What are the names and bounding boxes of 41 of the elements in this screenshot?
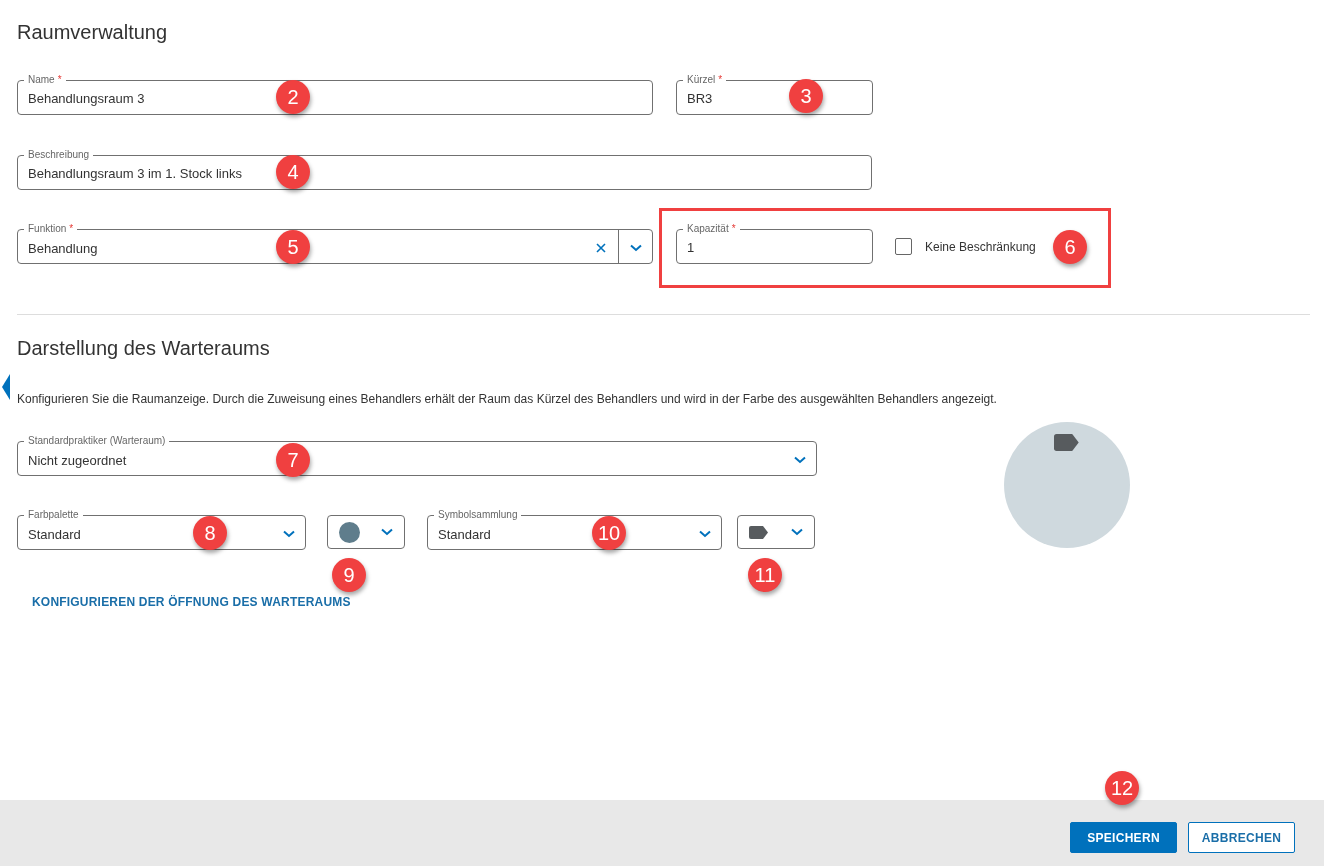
chevron-down-icon xyxy=(791,528,803,536)
section-title: Raumverwaltung xyxy=(17,20,168,45)
save-button[interactable]: SPEICHERN xyxy=(1070,822,1177,853)
section-title: Darstellung des Warteraums xyxy=(17,336,271,361)
callout-number: 11 xyxy=(748,558,782,592)
callout-number: 3 xyxy=(789,79,823,113)
symbol-picker[interactable] xyxy=(737,515,815,549)
callout-number: 7 xyxy=(276,443,310,477)
field-label: Kürzel * xyxy=(683,74,727,86)
field-label: Kapazität * xyxy=(683,223,740,235)
field-label: Beschreibung xyxy=(24,149,94,161)
chevron-down-icon xyxy=(283,530,295,538)
field-label: Symbolsammlung xyxy=(434,509,522,521)
caret-left-icon[interactable] xyxy=(2,374,10,400)
configure-link[interactable]: KONFIGURIEREN DER ÖFFNUNG DES WARTERAUMS xyxy=(32,594,351,610)
field-label: Farbpalette xyxy=(24,509,83,521)
field-label: Name * xyxy=(24,74,66,86)
color-picker[interactable] xyxy=(327,515,405,549)
field-label: Funktion * xyxy=(24,223,78,235)
callout-number: 4 xyxy=(276,155,310,189)
clear-icon[interactable] xyxy=(596,243,606,253)
color-swatch xyxy=(339,521,360,543)
callout-number: 2 xyxy=(276,80,310,114)
field-label: Standardpraktiker (Warteraum) xyxy=(24,435,170,447)
callout-number: 6 xyxy=(1053,230,1087,264)
callout-number: 12 xyxy=(1105,771,1139,805)
chevron-down-icon xyxy=(630,244,642,252)
callout-number: 9 xyxy=(332,558,366,592)
callout-number: 10 xyxy=(592,516,626,550)
chevron-down-icon xyxy=(381,528,393,536)
cancel-button[interactable]: ABBRECHEN xyxy=(1188,822,1295,853)
text-field[interactable]: Kapazität * 1 xyxy=(676,223,873,264)
chevron-down-icon xyxy=(699,530,711,538)
chevron-down-icon xyxy=(794,456,806,464)
callout-number: 8 xyxy=(193,516,227,550)
checkbox[interactable] xyxy=(895,238,912,255)
checkbox-label: Keine Beschränkung xyxy=(925,239,1036,254)
tag-icon xyxy=(1054,434,1080,451)
tag-icon xyxy=(749,525,769,539)
callout-number: 5 xyxy=(276,230,310,264)
description-text: Konfigurieren Sie die Raumanzeige. Durch die Zuweisung eines Behandlers erhält der Raum das Kürzel des Behandlers und wird in der Farbe des ausgewählten Behandlers angezeigt. xyxy=(17,391,998,407)
